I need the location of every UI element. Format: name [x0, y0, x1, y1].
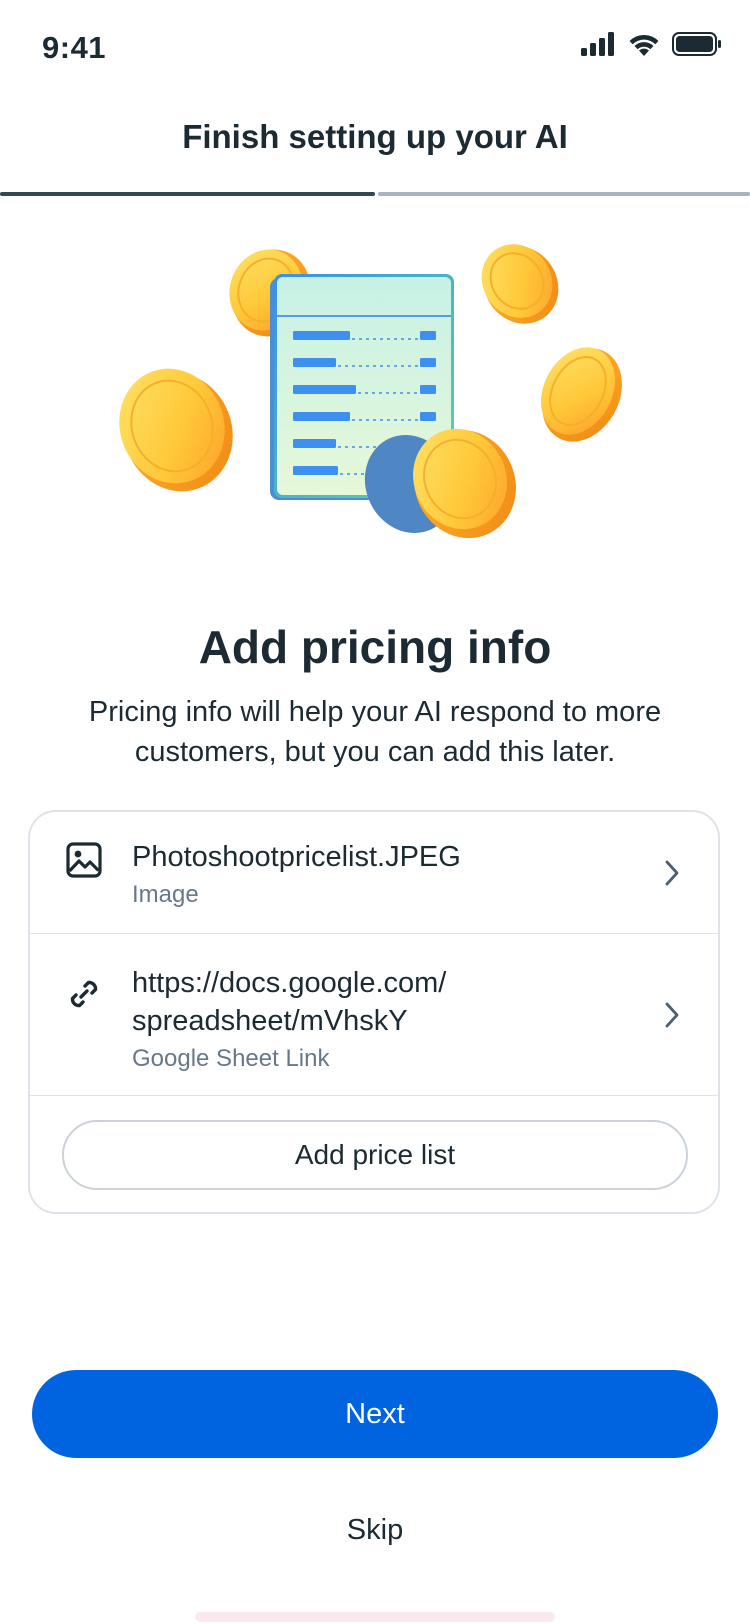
- status-time: 9:41: [42, 30, 107, 65]
- list-item-text: Photoshootpricelist.JPEG Image: [132, 838, 632, 912]
- list-item-image[interactable]: Photoshootpricelist.JPEG Image: [30, 812, 718, 934]
- section-description: Pricing info will help your AI respond t…: [88, 696, 662, 768]
- list-item-link[interactable]: https://docs.google.com/ spreadsheet/mVh…: [30, 934, 718, 1096]
- page-title: Finish setting up your AI: [182, 118, 568, 155]
- signal-icon: [581, 32, 614, 56]
- add-price-list-button[interactable]: Add price list: [62, 1120, 688, 1190]
- price-list-card: Photoshootpricelist.JPEG Image https://d…: [28, 810, 720, 1214]
- battery-icon: [672, 32, 721, 56]
- home-indicator: [195, 1612, 555, 1622]
- coin-icon: [119, 368, 233, 492]
- progress-fill: [0, 192, 375, 196]
- section-title: Add pricing info: [198, 621, 552, 673]
- file-name: Photoshootpricelist.JPEG: [132, 841, 461, 873]
- wifi-icon: [629, 34, 659, 56]
- status-bar: 9:41: [0, 0, 750, 96]
- progress-track: [378, 192, 750, 196]
- progress-bar: [0, 192, 750, 197]
- coin-icon: [481, 244, 559, 324]
- link-url: https://docs.google.com/ spreadsheet/mVh…: [132, 964, 632, 1040]
- file-type: Image: [132, 881, 199, 908]
- screen: 9:41 Finish setting up your AI Add prici…: [0, 0, 750, 1624]
- status-icons: [580, 32, 722, 56]
- link-type: Google Sheet Link: [132, 1045, 330, 1072]
- skip-button[interactable]: Skip: [275, 1500, 475, 1560]
- chevron-right-icon: [665, 1002, 679, 1028]
- link-icon: [70, 980, 98, 1008]
- link-url-line-2: spreadsheet/mVhskY: [132, 1005, 408, 1037]
- price-list-illustration: [119, 244, 622, 539]
- chevron-right-icon: [665, 860, 679, 886]
- image-icon: [66, 842, 102, 878]
- coin-icon: [541, 347, 622, 442]
- list-item-text: https://docs.google.com/ spreadsheet/mVh…: [132, 964, 632, 1076]
- next-button[interactable]: Next: [32, 1370, 718, 1458]
- link-url-line-1: https://docs.google.com/: [132, 967, 447, 999]
